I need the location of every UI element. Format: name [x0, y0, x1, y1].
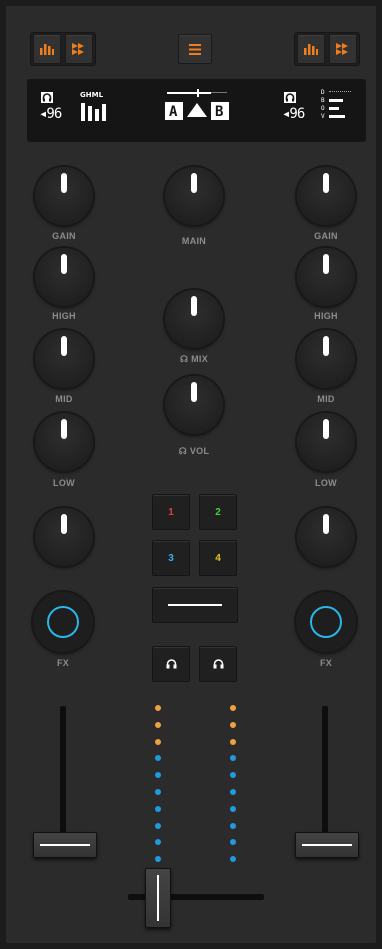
right-low-knob[interactable]	[297, 413, 355, 471]
menu-icon	[189, 43, 201, 55]
left-high-label: HIGH	[52, 311, 76, 321]
left-low-knob[interactable]	[35, 413, 93, 471]
right-gain-knob[interactable]	[297, 167, 355, 225]
left-mid-label: MID	[55, 394, 73, 404]
main-volume-knob[interactable]	[165, 167, 223, 225]
lcd-display: ◂96 GHML A B ◂96 D B O V	[27, 79, 366, 142]
main-label: MAIN	[181, 236, 207, 246]
left-ff-button[interactable]	[65, 34, 93, 64]
headphones-icon	[166, 659, 176, 669]
meter-led	[155, 805, 161, 812]
right-gain-label: GAIN	[314, 231, 338, 241]
fx-ring-icon	[310, 606, 342, 638]
meter-led	[230, 789, 236, 795]
headphone-volume-knob[interactable]	[165, 376, 223, 434]
left-high-knob[interactable]	[35, 248, 93, 306]
crossfader-assign-button[interactable]	[152, 587, 238, 623]
meter-led	[155, 822, 161, 829]
headphones-icon	[213, 659, 223, 669]
left-fx-label: FX	[56, 658, 70, 668]
right-fx-label: FX	[319, 658, 333, 668]
left-low-label: LOW	[53, 478, 75, 488]
left-deck-value: ◂96	[39, 106, 62, 122]
fast-forward-icon	[336, 43, 348, 55]
eq-bars-icon	[40, 44, 54, 55]
fast-forward-icon	[72, 43, 84, 55]
meter-led	[230, 721, 236, 728]
right-channel-fader[interactable]	[295, 832, 359, 858]
right-cue-button[interactable]	[199, 646, 237, 682]
menu-button[interactable]	[178, 34, 212, 64]
left-eq-button[interactable]	[33, 34, 61, 64]
left-filter-knob[interactable]	[35, 508, 93, 566]
left-eq-label: GHML	[80, 91, 104, 99]
right-high-label: HIGH	[314, 311, 338, 321]
meter-led	[230, 805, 236, 812]
left-fx-button[interactable]	[33, 592, 93, 652]
left-gain-label: GAIN	[52, 231, 76, 241]
meter-led	[155, 705, 161, 711]
eq-bars-icon	[304, 44, 318, 55]
headphone-volume-label: ☊ VOL	[178, 446, 210, 456]
left-eq-bars	[81, 103, 106, 121]
meter-led	[155, 721, 161, 728]
right-ff-button[interactable]	[329, 34, 357, 64]
crossfader-handle[interactable]	[145, 868, 171, 928]
right-deck-header	[294, 32, 360, 66]
meter-led	[155, 789, 161, 795]
right-high-knob[interactable]	[297, 248, 355, 306]
left-deck-header	[30, 32, 96, 66]
headphones-icon	[284, 92, 296, 103]
fx-ring-icon	[47, 606, 79, 638]
crossfader-label-a: A	[169, 104, 178, 120]
deck-4-button[interactable]: 4	[199, 540, 237, 576]
right-mid-knob[interactable]	[297, 330, 355, 388]
deck-3-button[interactable]: 3	[152, 540, 190, 576]
left-gain-knob[interactable]	[35, 167, 93, 225]
meter-led	[230, 738, 236, 745]
deck-2-button[interactable]: 2	[199, 494, 237, 530]
meter-led	[155, 738, 161, 745]
right-low-label: LOW	[315, 478, 337, 488]
crossfader-label-b: B	[215, 104, 224, 120]
right-deck-value: ◂96	[282, 106, 305, 122]
meter-led	[230, 822, 236, 829]
left-mid-knob[interactable]	[35, 330, 93, 388]
headphone-mix-label: ☊ MIX	[180, 354, 208, 364]
headphones-icon	[41, 92, 53, 103]
right-mid-label: MID	[317, 394, 335, 404]
right-filter-knob[interactable]	[297, 508, 355, 566]
deck-1-button[interactable]: 1	[152, 494, 190, 530]
left-channel-fader[interactable]	[33, 832, 97, 858]
right-fx-button[interactable]	[296, 592, 356, 652]
left-cue-button[interactable]	[152, 646, 190, 682]
right-eq-button[interactable]	[297, 34, 325, 64]
meter-led	[230, 705, 236, 711]
headphone-mix-knob[interactable]	[165, 290, 223, 348]
